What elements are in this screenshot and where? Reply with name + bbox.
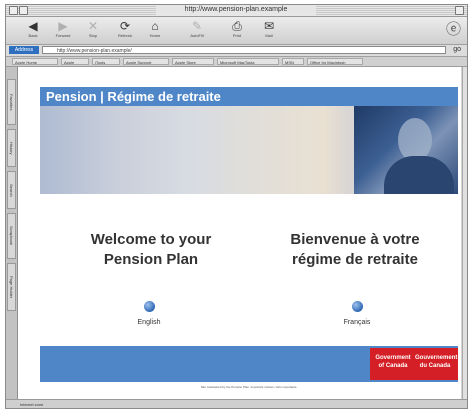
french-bullet-icon[interactable] (352, 301, 363, 312)
autofill-label: AutoFill (190, 33, 204, 38)
explorer-sidebar: Favorites History Search Scrapbook Page … (6, 67, 18, 399)
footer-text: Site maintained by the Pension Plan. Imp… (200, 385, 298, 389)
canada-wordmark-french: Gouvernement du Canada (415, 355, 458, 369)
favorite-link[interactable]: iTools (92, 58, 120, 65)
mail-button[interactable]: ✉ Mail (256, 19, 282, 42)
stop-icon: ✕ (87, 19, 99, 33)
refresh-button[interactable]: ⟳ Refresh (112, 19, 138, 42)
back-button[interactable]: ◀ Back (20, 19, 46, 42)
address-bar: Address http://www.pension-plan.example/… (6, 45, 467, 57)
english-link[interactable]: English (119, 318, 179, 327)
refresh-icon: ⟳ (119, 19, 131, 33)
sidebar-tab-scrapbook[interactable]: Scrapbook (7, 213, 16, 259)
forward-arrow-icon: ▶ (58, 19, 68, 33)
browser-window: http://www.pension-plan.example ◀ Back ▶… (5, 4, 468, 409)
refresh-label: Refresh (117, 33, 132, 38)
browser-logo-icon: ⓔ (445, 21, 461, 38)
autofill-icon: ✎ (191, 19, 203, 33)
print-button[interactable]: ⎙ Print (224, 19, 250, 42)
print-label: Print (232, 33, 242, 38)
photo-body (384, 156, 454, 194)
favorites-bar: Apple Home Apple iTools Apple Support Ap… (6, 57, 467, 67)
mail-icon: ✉ (263, 19, 275, 33)
forward-button[interactable]: ▶ Forward (50, 19, 76, 42)
favorite-link[interactable]: MSN (282, 58, 304, 65)
address-input[interactable]: http://www.pension-plan.example/ (42, 46, 446, 54)
stop-button[interactable]: ✕ Stop (80, 19, 106, 42)
welcome-heading-french: Bienvenue à votre régime de retraite (290, 231, 420, 268)
go-button[interactable]: go (453, 46, 461, 54)
home-icon: ⌂ (151, 19, 159, 33)
sidebar-tab-history[interactable]: History (7, 129, 16, 167)
favorite-link[interactable]: Apple Store (172, 58, 214, 65)
browser-toolbar: ◀ Back ▶ Forward ✕ Stop ⟳ Refresh ⌂ Home… (6, 17, 467, 45)
window-title: http://www.pension-plan.example (156, 5, 316, 15)
sidebar-tab-favorites[interactable]: Favorites (7, 79, 16, 125)
mail-label: Mail (265, 33, 273, 38)
status-bar: Internet zone (6, 399, 467, 408)
hero-photo (354, 106, 458, 194)
sidebar-tab-page-holder[interactable]: Page Holder (7, 263, 16, 311)
canada-wordmark: Government of Canada Gouvernement du Can… (370, 348, 458, 380)
favorite-link[interactable]: Microsoft MacTopia (217, 58, 279, 65)
autofill-button[interactable]: ✎ AutoFill (184, 19, 210, 42)
welcome-heading-english: Welcome to your Pension Plan (90, 231, 212, 268)
page-banner: Pension | Régime de retraite (40, 87, 458, 106)
hero-image (40, 106, 458, 194)
close-window-button[interactable] (9, 6, 18, 15)
home-button[interactable]: ⌂ Home (142, 19, 168, 42)
title-bar[interactable]: http://www.pension-plan.example (6, 5, 467, 17)
sidebar-tab-search[interactable]: Search (7, 171, 16, 209)
forward-label: Forward (55, 33, 71, 38)
back-arrow-icon: ◀ (28, 19, 38, 33)
address-label: Address (9, 46, 39, 54)
favorite-link[interactable]: Apple Support (123, 58, 169, 65)
zoom-window-button[interactable] (455, 6, 464, 15)
home-label: Home (149, 33, 161, 38)
favorite-link[interactable]: Apple (61, 58, 89, 65)
english-bullet-icon[interactable] (144, 301, 155, 312)
footer-bar: Government of Canada Gouvernement du Can… (40, 346, 458, 382)
back-label: Back (28, 33, 38, 38)
stop-label: Stop (88, 33, 98, 38)
page-content: Pension | Régime de retraite Welcome to … (18, 67, 461, 399)
minimize-window-button[interactable] (19, 6, 28, 15)
vertical-scrollbar[interactable] (462, 67, 467, 399)
status-text: Internet zone (20, 402, 44, 407)
favorite-link[interactable]: Apple Home (12, 58, 58, 65)
favorite-link[interactable]: Office for Macintosh (307, 58, 363, 65)
canada-wordmark-english: Government of Canada (375, 355, 411, 369)
french-link[interactable]: Français (327, 318, 387, 327)
print-icon: ⎙ (232, 19, 242, 33)
